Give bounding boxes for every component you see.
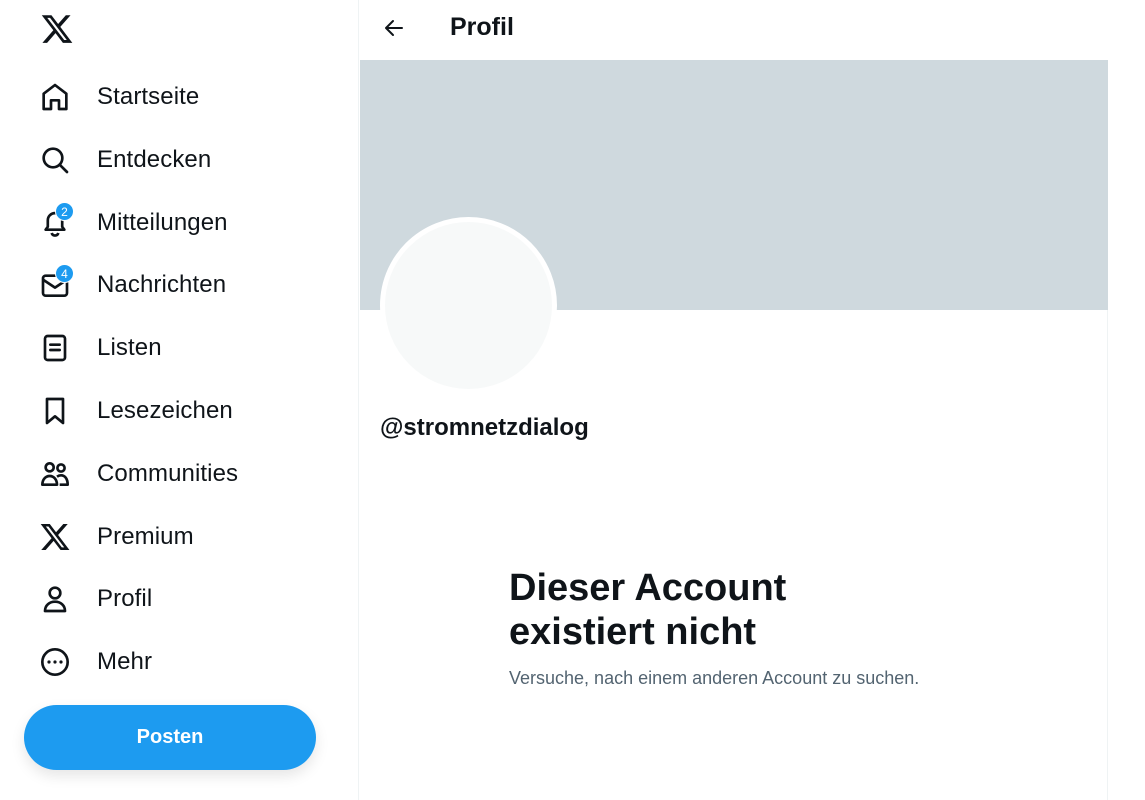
- profile-header: Profil: [359, 0, 1108, 60]
- back-button[interactable]: [373, 9, 415, 51]
- sidebar-item-label: Nachrichten: [97, 271, 227, 298]
- sidebar-item-home[interactable]: Startseite: [36, 71, 199, 123]
- arrow-left-icon: [382, 16, 406, 45]
- mail-icon: 4: [36, 264, 74, 304]
- sidebar-item-lists[interactable]: Listen: [36, 322, 162, 374]
- empty-state: Dieser Account existiert nicht Versuche,…: [509, 566, 969, 689]
- sidebar-item-label: Communities: [97, 460, 239, 487]
- profile-handle: @stromnetzdialog: [380, 414, 589, 441]
- sidebar-item-messages[interactable]: 4 Nachrichten: [36, 259, 226, 311]
- sidebar-item-label: Profil: [97, 585, 153, 612]
- message-badge: 4: [55, 264, 74, 283]
- sidebar-item-label: Mitteilungen: [97, 209, 228, 236]
- bell-icon: 2: [36, 202, 74, 242]
- sidebar: Startseite Entdecken 2 Mitteilungen 4 Na…: [0, 0, 358, 800]
- sidebar-item-notifications[interactable]: 2 Mitteilungen: [36, 197, 228, 249]
- empty-state-title: Dieser Account existiert nicht: [509, 566, 969, 654]
- sidebar-item-label: Mehr: [97, 648, 153, 675]
- notification-badge: 2: [55, 202, 74, 221]
- list-icon: [36, 329, 74, 367]
- home-icon: [36, 78, 74, 116]
- sidebar-item-premium[interactable]: Premium: [36, 511, 194, 563]
- sidebar-item-profile[interactable]: Profil: [36, 573, 152, 625]
- sidebar-item-label: Lesezeichen: [97, 397, 233, 424]
- sidebar-item-label: Startseite: [97, 83, 200, 110]
- empty-state-title-line1: Dieser Account: [509, 567, 787, 609]
- sidebar-item-explore[interactable]: Entdecken: [36, 134, 211, 186]
- sidebar-item-label: Entdecken: [97, 146, 212, 173]
- empty-state-subtitle: Versuche, nach einem anderen Account zu …: [509, 668, 920, 688]
- page-title: Profil: [450, 13, 514, 41]
- empty-state-title-line2: existiert nicht: [509, 611, 757, 653]
- post-button[interactable]: Posten: [24, 705, 316, 770]
- x-logo-icon: [36, 518, 74, 556]
- x-logo-icon[interactable]: [38, 10, 76, 48]
- sidebar-item-more[interactable]: Mehr: [36, 636, 152, 688]
- bookmark-icon: [36, 392, 74, 430]
- avatar: [380, 217, 557, 394]
- sidebar-item-bookmarks[interactable]: Lesezeichen: [36, 385, 233, 437]
- people-icon: [36, 455, 74, 493]
- person-icon: [36, 580, 74, 618]
- sidebar-item-label: Premium: [97, 523, 194, 550]
- sidebar-item-label: Listen: [97, 334, 162, 361]
- search-icon: [36, 141, 74, 179]
- more-circle-icon: [36, 643, 74, 681]
- sidebar-item-communities[interactable]: Communities: [36, 448, 238, 500]
- profile-column: Profil @stromnetzdialog Dieser Account e…: [358, 0, 1108, 800]
- app-window: Startseite Entdecken 2 Mitteilungen 4 Na…: [0, 0, 1145, 800]
